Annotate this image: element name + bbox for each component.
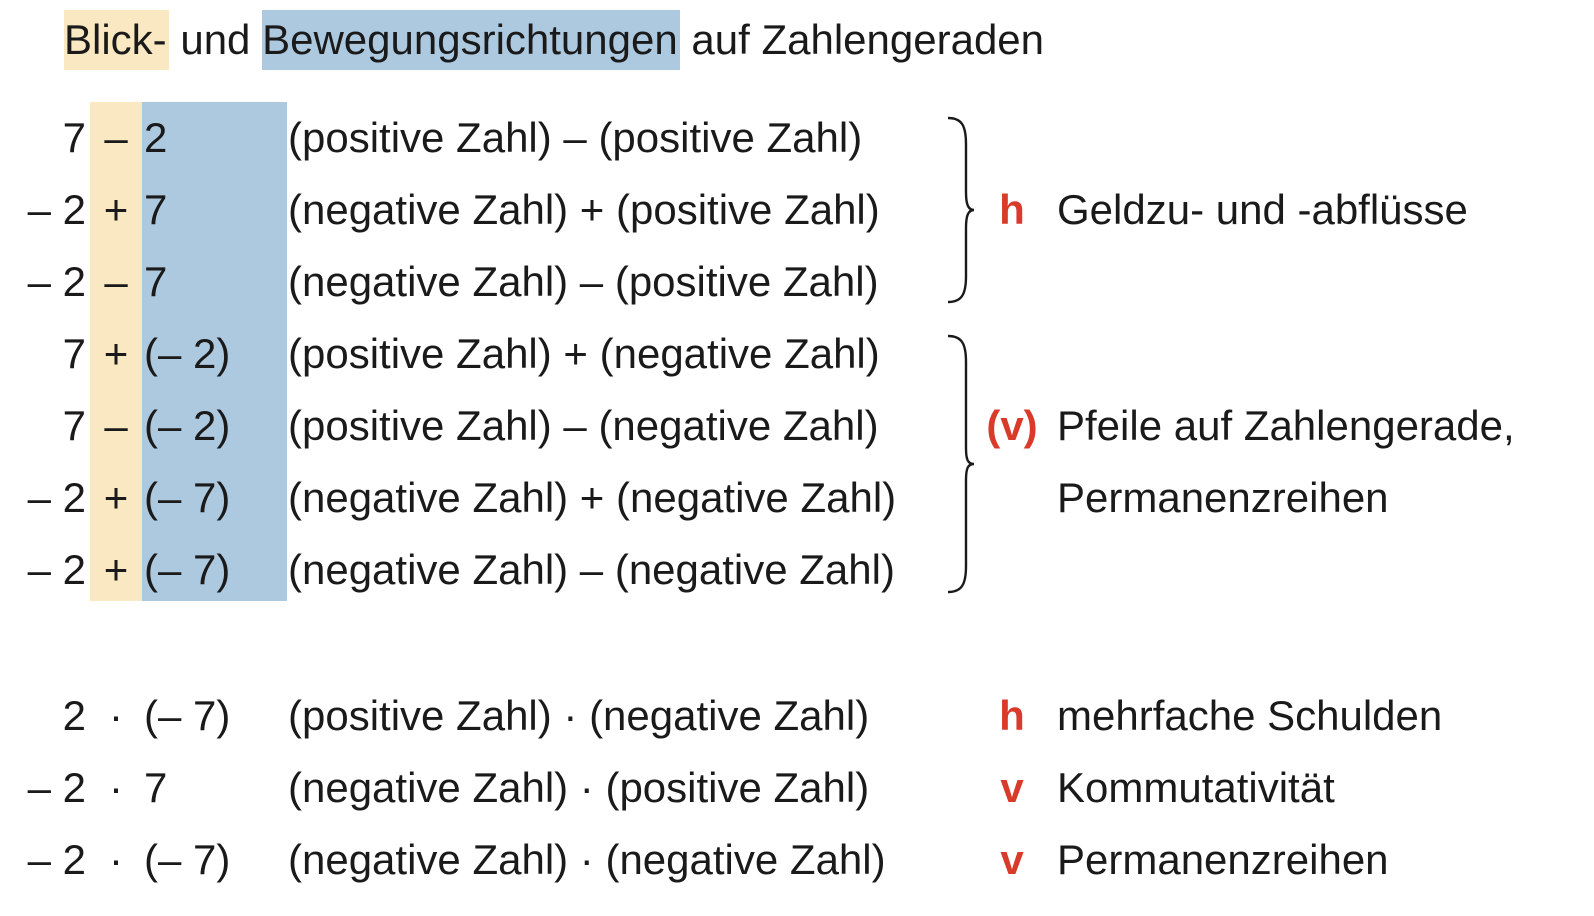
direction-marker: h [999,692,1025,739]
first-operand: – 2 [27,258,86,305]
description: (positive Zahl) · (negative Zahl) [288,692,870,739]
description: (negative Zahl) – (positive Zahl) [288,258,879,305]
title-rest: auf Zahlengeraden [691,16,1045,63]
explanation-note: Permanenzreihen [1057,836,1389,883]
explanation-note: Kommutativität [1057,764,1335,811]
second-operand: (– 7) [144,546,231,593]
curly-brace-group1 [947,116,975,304]
operator: + [103,330,129,377]
equation-row: 7 + (– 2) (positive Zahl) + (negative Za… [0,318,1594,390]
direction-marker: v [1000,836,1024,883]
multiplication-row: – 2 · 7 (negative Zahl) · (positive Zahl… [0,752,1594,824]
second-operand: (– 7) [144,836,231,883]
first-operand: 7 [62,330,86,377]
curly-brace-group2 [947,334,975,594]
equation-row: 7 – (– 2) (positive Zahl) – (negative Za… [0,390,1594,462]
description: (negative Zahl) – (negative Zahl) [288,546,895,593]
second-operand: 2 [144,114,168,161]
group1-marker: h [999,186,1025,233]
description: (positive Zahl) – (positive Zahl) [288,114,863,161]
equation-row: – 2 + (– 7) (negative Zahl) + (negative … [0,462,1594,534]
page-title: Blick- und Bewegungsrichtungen auf Zahle… [64,10,1044,70]
first-operand: – 2 [27,836,86,883]
description: (negative Zahl) · (positive Zahl) [288,764,870,811]
operator: – [104,258,128,305]
second-operand: 7 [144,764,168,811]
multiplication-row: 2 · (– 7) (positive Zahl) · (negative Za… [0,680,1594,752]
equation-row: 7 – 2 (positive Zahl) – (positive Zahl) [0,102,1594,174]
first-operand: – 2 [27,186,86,233]
equation-row: – 2 + 7 (negative Zahl) + (positive Zahl… [0,174,1594,246]
group2-note-line2: Permanenzreihen [1057,474,1389,521]
operator: + [103,474,129,521]
operator: – [104,402,128,449]
title-und: und [180,16,251,63]
group2-note-line1: Pfeile auf Zahlengerade, [1057,402,1515,449]
first-operand: 2 [62,692,86,739]
equation-row: – 2 + (– 7) (negative Zahl) – (negative … [0,534,1594,606]
second-operand: 7 [144,258,168,305]
description: (positive Zahl) – (negative Zahl) [288,402,879,449]
title-blick: Blick- [64,10,169,70]
operator: – [104,114,128,161]
first-operand: 7 [62,114,86,161]
operator: + [103,546,129,593]
equation-row: – 2 – 7 (negative Zahl) – (positive Zahl… [0,246,1594,318]
second-operand: (– 7) [144,474,231,521]
second-operand: (– 2) [144,330,231,377]
operator: · [109,836,123,883]
group2-marker: (v) [986,402,1038,449]
second-operand: (– 2) [144,402,231,449]
explanation-note: mehrfache Schulden [1057,692,1443,739]
description: (negative Zahl) + (negative Zahl) [288,474,897,521]
first-operand: – 2 [27,474,86,521]
first-operand: 7 [62,402,86,449]
operator: · [109,692,123,739]
description: (negative Zahl) + (positive Zahl) [288,186,880,233]
description: (positive Zahl) + (negative Zahl) [288,330,880,377]
description: (negative Zahl) · (negative Zahl) [288,836,886,883]
first-operand: – 2 [27,764,86,811]
first-operand: – 2 [27,546,86,593]
group1-note: Geldzu- und -abflüsse [1057,186,1468,233]
second-operand: 7 [144,186,168,233]
title-bewegungsrichtungen: Bewegungsrichtungen [262,10,680,70]
operator: + [103,186,129,233]
operator: · [109,764,123,811]
second-operand: (– 7) [144,692,231,739]
multiplication-row: – 2 · (– 7) (negative Zahl) · (negative … [0,824,1594,896]
direction-marker: v [1000,764,1024,811]
